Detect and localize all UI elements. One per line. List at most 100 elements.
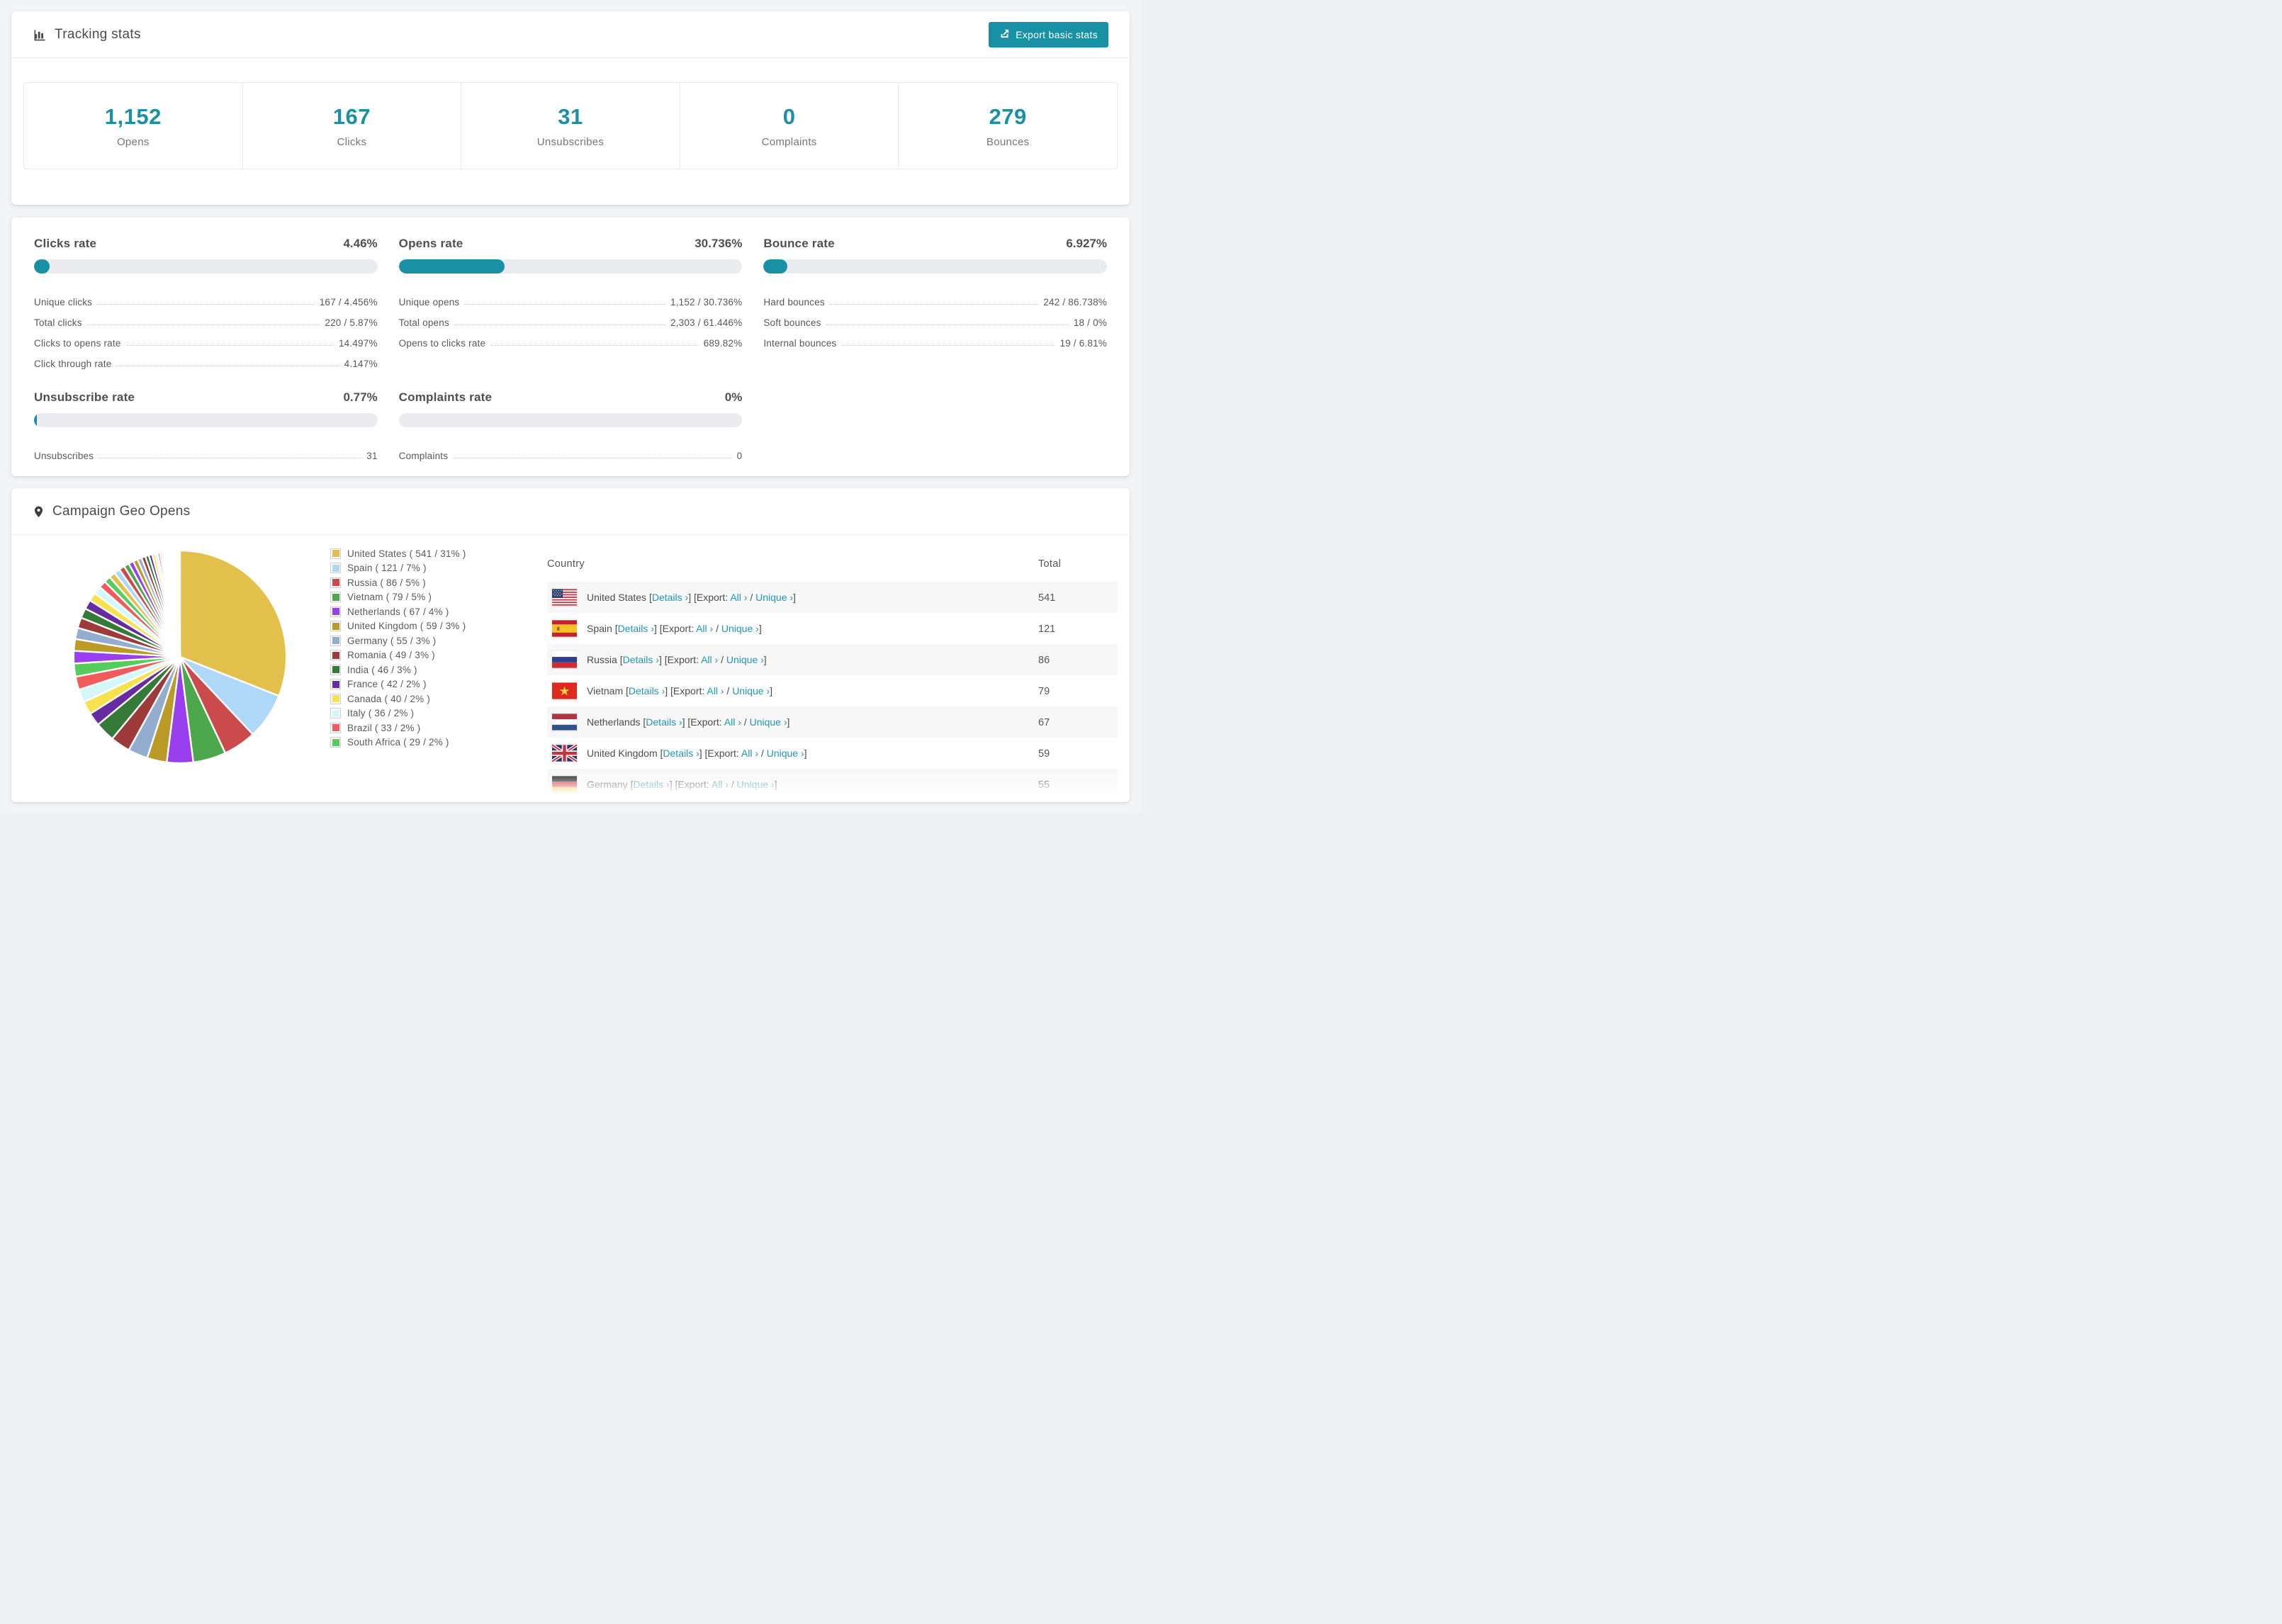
campaign-geo-opens-card: Campaign Geo Opens United States ( 541 /… xyxy=(11,488,1130,802)
country-cell: Spain [Details ›] [Export: All › / Uniqu… xyxy=(547,619,1038,638)
legend-label: South Africa ( 29 / 2% ) xyxy=(347,737,449,748)
summary-stat: 0 Complaints xyxy=(679,83,899,169)
export-all-link[interactable]: All › xyxy=(707,685,724,697)
stat-label: Click through rate xyxy=(34,359,112,369)
summary-stat: 1,152 Opens xyxy=(24,83,242,169)
country-cell: Russia [Details ›] [Export: All › / Uniq… xyxy=(547,650,1038,669)
bracket: ] [Export: xyxy=(653,623,697,634)
stat-value: 18 / 0% xyxy=(1073,317,1107,328)
stat-row: Internal bounces 19 / 6.81% xyxy=(763,328,1107,349)
slash: / xyxy=(747,592,756,603)
legend-label: Vietnam ( 79 / 5% ) xyxy=(347,592,432,603)
country-name: United States xyxy=(587,592,649,603)
stat-row: Opens to clicks rate 689.82% xyxy=(399,328,743,349)
rates-card: Clicks rate 4.46% Unique clicks 167 / 4.456… xyxy=(11,218,1130,476)
rate-title: Complaints rate xyxy=(398,390,493,404)
details-link[interactable]: Details › xyxy=(623,654,659,665)
stat-row: Unique opens 1,152 / 30.736% xyxy=(399,287,743,308)
stat-label: Clicks to opens rate xyxy=(34,338,121,349)
legend-swatch xyxy=(330,679,341,690)
table-row-es: Spain [Details ›] [Export: All › / Uniqu… xyxy=(547,613,1118,644)
details-link[interactable]: Details › xyxy=(663,748,699,759)
export-unique-link[interactable]: Unique › xyxy=(737,779,775,790)
rates-grid: Clicks rate 4.46% Unique clicks 167 / 4.456… xyxy=(34,237,1107,461)
country-name: Germany xyxy=(587,779,631,790)
legend-item: Italy ( 36 / 2% ) xyxy=(330,706,547,721)
details-link[interactable]: Details › xyxy=(629,685,665,697)
bracket: ] [Export: xyxy=(665,685,707,697)
export-all-link[interactable]: All › xyxy=(730,592,747,603)
legend-swatch xyxy=(330,621,341,632)
legend-item: Netherlands ( 67 / 4% ) xyxy=(330,604,547,619)
table-row-ru: Russia [Details ›] [Export: All › / Uniq… xyxy=(547,644,1118,675)
summary-stats-row: 1,152 Opens 167 Clicks 31 Unsubscribes 0 Compla… xyxy=(23,82,1118,169)
export-unique-link[interactable]: Unique › xyxy=(732,685,770,697)
export-all-link[interactable]: All › xyxy=(701,654,718,665)
stat-value: 0 xyxy=(736,451,743,461)
table-row-nl: Netherlands [Details ›] [Export: All › /… xyxy=(547,706,1118,738)
rate-title-row: Complaints rate 0% xyxy=(399,390,743,405)
location-pin-icon xyxy=(33,504,45,519)
rate-title-row: Bounce rate 6.927% xyxy=(763,237,1107,251)
legend-swatch xyxy=(330,708,341,719)
export-unique-link[interactable]: Unique › xyxy=(767,748,804,759)
slash: / xyxy=(713,623,721,634)
geo-title-wrap: Campaign Geo Opens xyxy=(33,504,190,519)
flag-icon-us xyxy=(552,588,577,607)
stat-value: 220 / 5.87% xyxy=(325,317,378,328)
legend-item: Russia ( 86 / 5% ) xyxy=(330,575,547,590)
export-unique-link[interactable]: Unique › xyxy=(721,623,759,634)
summary-stat-value: 31 xyxy=(558,103,583,129)
rate-value: 30.736% xyxy=(695,237,743,250)
stat-label: Opens to clicks rate xyxy=(398,338,486,349)
stat-row: Complaints 0 xyxy=(399,441,743,461)
legend-item: Vietnam ( 79 / 5% ) xyxy=(330,590,547,605)
export-unique-link[interactable]: Unique › xyxy=(755,592,793,603)
summary-stat-label: Unsubscribes xyxy=(536,135,605,148)
stat-row: Clicks to opens rate 14.497% xyxy=(34,328,378,349)
stat-row: Click through rate 4.147% xyxy=(34,349,378,369)
stat-value: 1,152 / 30.736% xyxy=(670,297,743,308)
export-unique-link[interactable]: Unique › xyxy=(726,654,764,665)
stat-value: 4.147% xyxy=(344,359,378,369)
details-link[interactable]: Details › xyxy=(633,779,669,790)
details-link[interactable]: Details › xyxy=(618,623,654,634)
geo-legend: United States ( 541 / 31% ) Spain ( 121 /… xyxy=(330,545,547,750)
rate-progress-track xyxy=(398,413,743,427)
legend-swatch xyxy=(330,722,341,733)
stat-label: Hard bounces xyxy=(763,297,825,308)
export-all-link[interactable]: All › xyxy=(741,748,758,759)
rate-value: 0% xyxy=(724,390,743,404)
stat-label: Unsubscribes xyxy=(34,451,94,461)
flag-icon-vn xyxy=(552,682,577,700)
rate-title-row: Unsubscribe rate 0.77% xyxy=(34,390,378,405)
rate-progress-track xyxy=(34,259,378,274)
export-basic-stats-button[interactable]: Export basic stats xyxy=(989,21,1108,47)
legend-swatch xyxy=(330,650,341,661)
bracket: ] xyxy=(763,654,767,665)
export-unique-link[interactable]: Unique › xyxy=(750,716,787,728)
export-all-link[interactable]: All › xyxy=(724,716,741,728)
legend-swatch xyxy=(330,577,341,588)
bracket: ] [Export: xyxy=(699,748,741,759)
summary-stat-value: 279 xyxy=(989,103,1027,129)
dotted-leader xyxy=(829,304,1039,305)
export-all-link[interactable]: All › xyxy=(696,623,713,634)
total-value: 541 xyxy=(1038,592,1056,604)
details-link[interactable]: Details › xyxy=(646,716,682,728)
bracket: ] xyxy=(774,779,777,790)
bracket: ] xyxy=(770,685,772,697)
country-name: Spain xyxy=(587,623,615,634)
geo-table: Country Total United States [Details ›] … xyxy=(547,545,1118,800)
country-text: Vietnam [Details ›] [Export: All › / Uni… xyxy=(587,685,772,697)
rate-title: Clicks rate xyxy=(34,237,97,250)
legend-label: India ( 46 / 3% ) xyxy=(347,664,417,675)
legend-label: Romania ( 49 / 3% ) xyxy=(347,650,435,661)
legend-label: Spain ( 121 / 7% ) xyxy=(347,563,427,574)
details-link[interactable]: Details › xyxy=(652,592,688,603)
rate-block-complaints-rate: Complaints rate 0% Complaints 0 xyxy=(398,390,743,461)
stat-row: Hard bounces 242 / 86.738% xyxy=(763,287,1107,308)
country-text: United Kingdom [Details ›] [Export: All … xyxy=(587,748,807,759)
export-icon xyxy=(999,28,1010,41)
export-all-link[interactable]: All › xyxy=(712,779,729,790)
